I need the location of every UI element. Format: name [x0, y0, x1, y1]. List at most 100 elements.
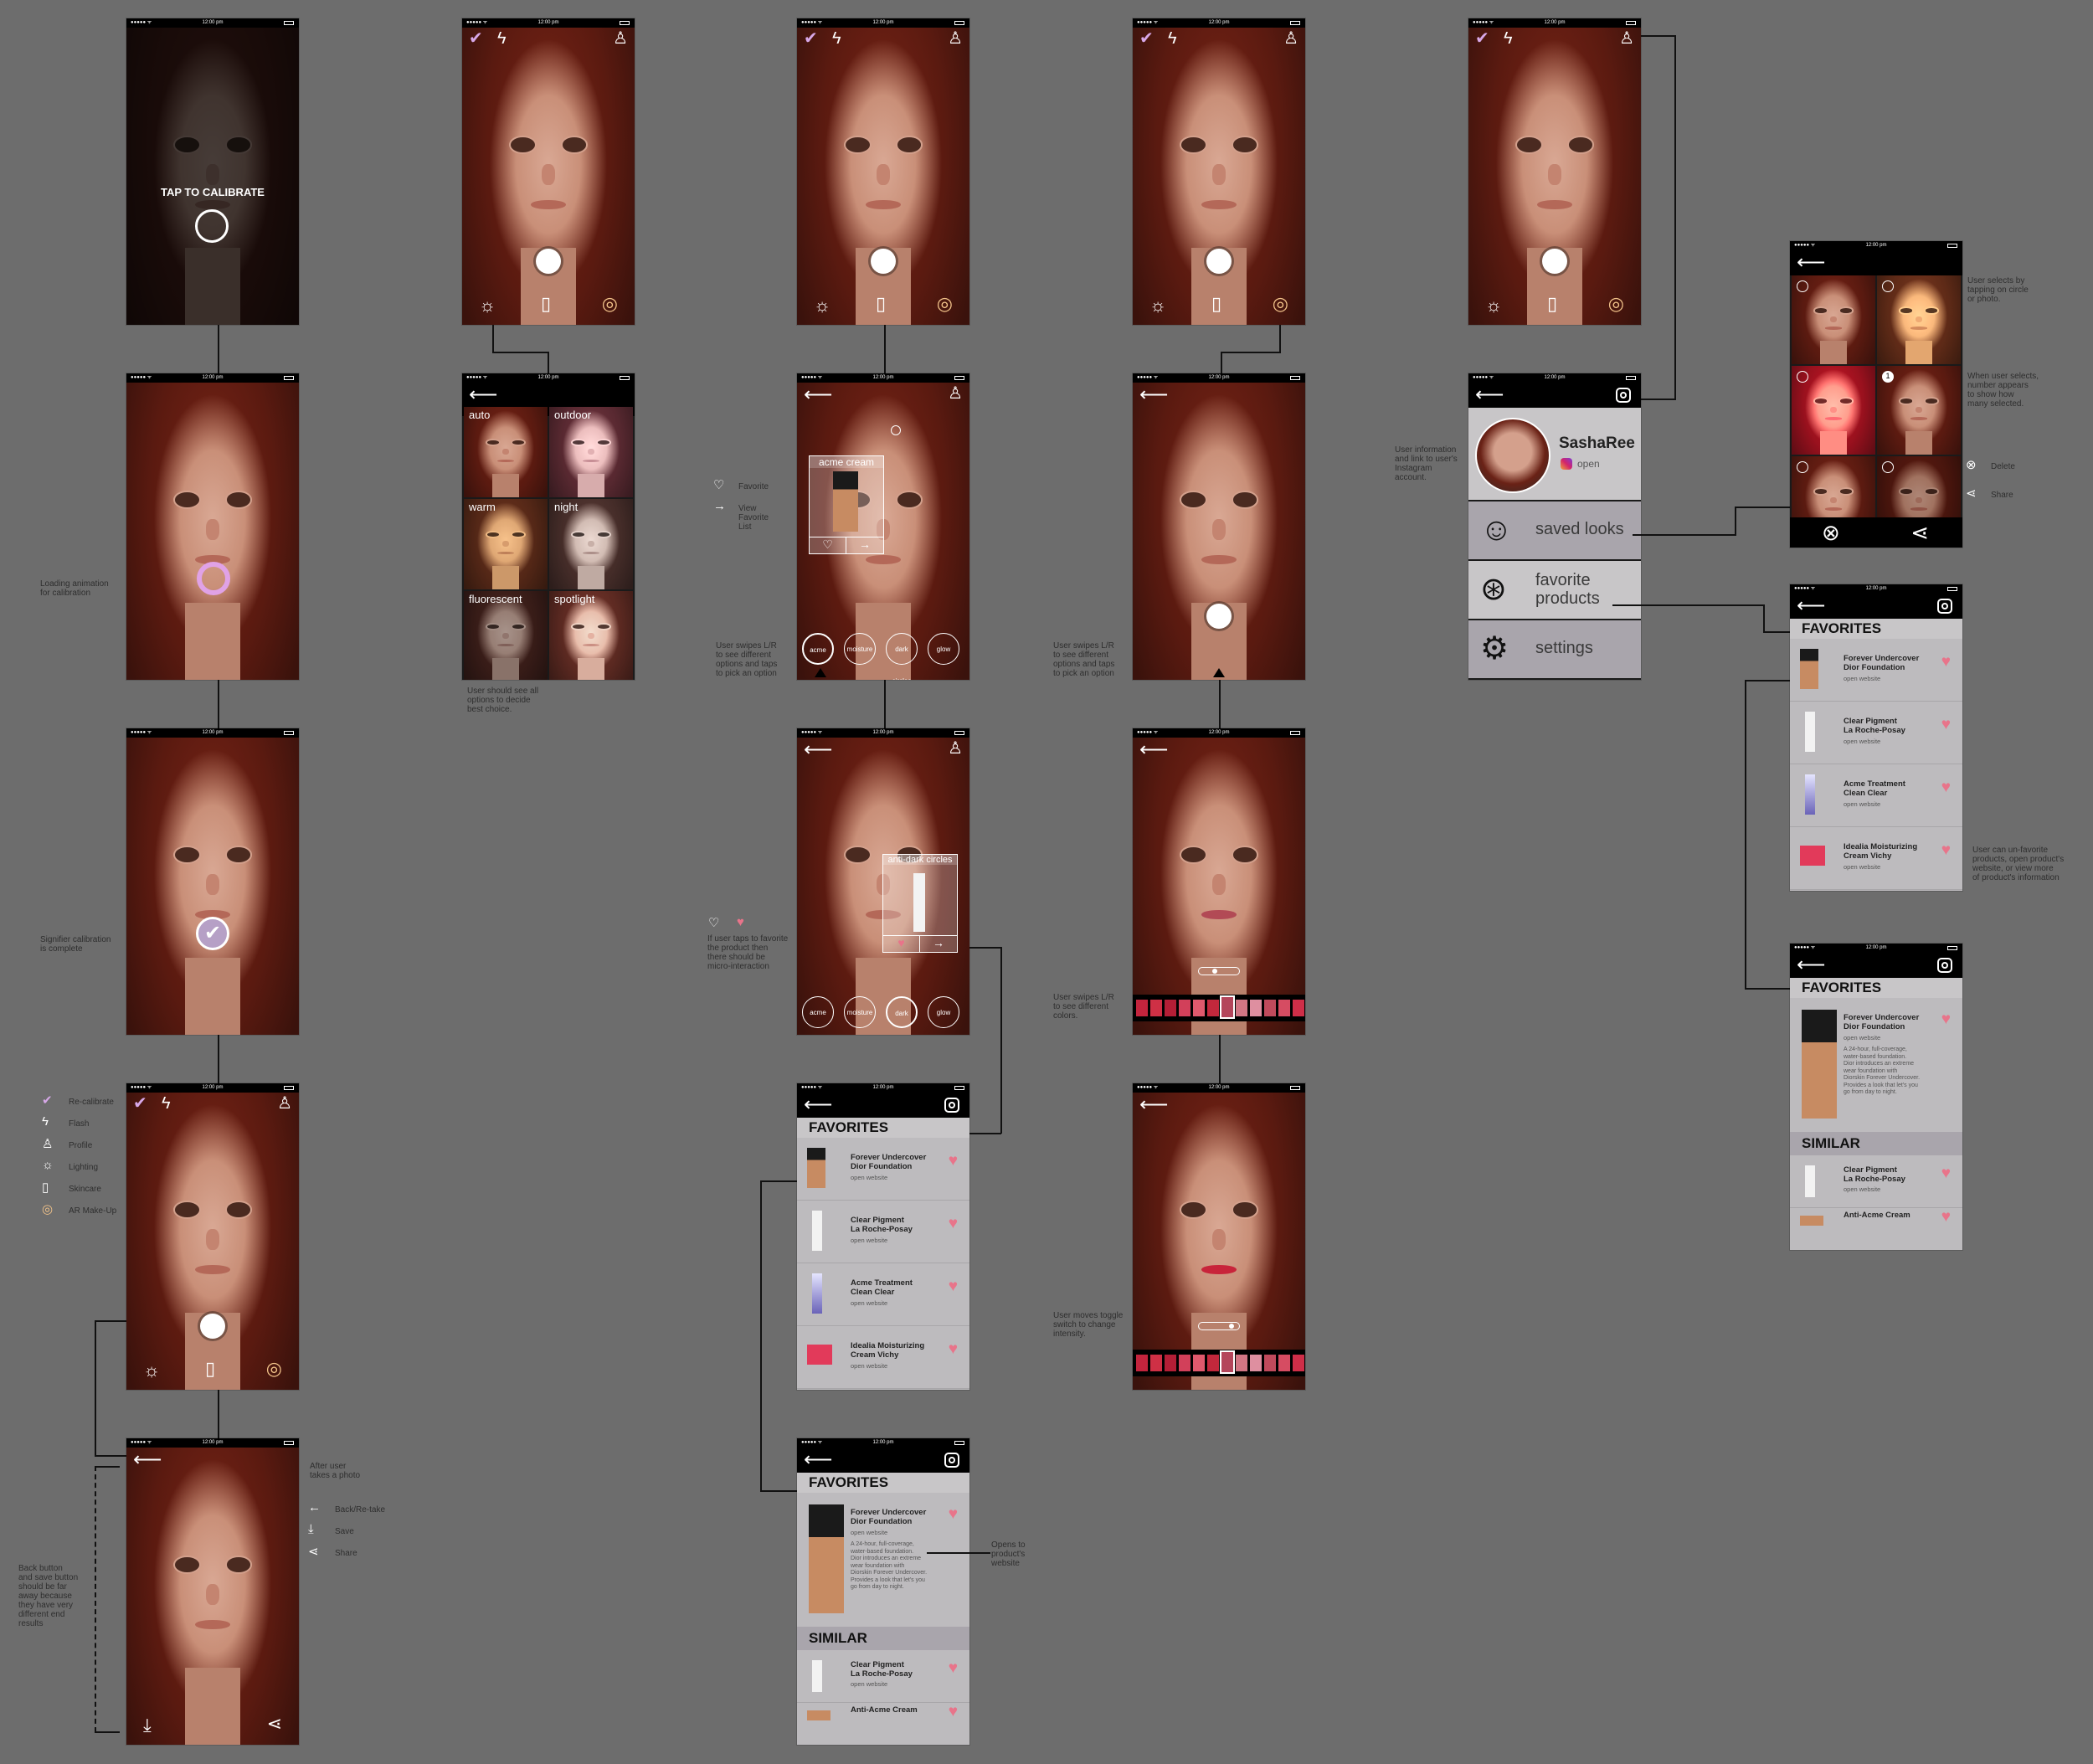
lighting-icon[interactable]: ☼: [1149, 296, 1166, 315]
color-swatch[interactable]: [1150, 1355, 1162, 1371]
open-website-link[interactable]: open website: [1844, 800, 1880, 808]
favorite-heart-icon[interactable]: ♥: [1941, 842, 1951, 858]
color-swatch[interactable]: [1236, 1000, 1247, 1016]
back-arrow-icon[interactable]: ⟵: [1139, 740, 1168, 760]
saved-look-photo[interactable]: [1792, 275, 1875, 364]
back-arrow-icon[interactable]: ⟵: [1797, 252, 1825, 274]
color-swatch[interactable]: [1179, 1355, 1190, 1371]
profile-icon[interactable]: ♙: [948, 30, 963, 47]
color-swatch-strip[interactable]: [1133, 995, 1305, 1021]
color-swatch[interactable]: [1207, 1355, 1219, 1371]
profile-menu-item[interactable]: ☺ saved looks: [1468, 501, 1641, 559]
favorite-heart-icon[interactable]: ♥: [1941, 654, 1951, 670]
saved-look-photo[interactable]: 1: [1877, 366, 1961, 455]
open-website-link[interactable]: open website: [851, 1680, 887, 1688]
profile-icon[interactable]: ♙: [1283, 30, 1298, 47]
ar-makeup-icon[interactable]: ◎: [602, 295, 618, 313]
select-circle-icon[interactable]: [1882, 280, 1894, 292]
favorite-heart-icon[interactable]: ♥: [1941, 779, 1951, 795]
color-swatch[interactable]: [1236, 1355, 1247, 1371]
skincare-option[interactable]: glow: [928, 633, 959, 665]
favorite-heart-icon[interactable]: ♥: [883, 935, 920, 952]
skincare-option[interactable]: acme: [802, 996, 834, 1028]
saved-look-photo[interactable]: [1792, 366, 1875, 455]
open-website-link[interactable]: open website: [1844, 863, 1880, 871]
color-swatch[interactable]: [1179, 1000, 1190, 1016]
instagram-icon[interactable]: [1561, 458, 1572, 470]
flash-icon[interactable]: ϟ: [162, 1095, 171, 1112]
color-swatch[interactable]: [1250, 1355, 1262, 1371]
shutter-button[interactable]: [1206, 249, 1232, 274]
favorite-item[interactable]: Idealia Moisturizing Cream Vichy open web…: [797, 1326, 969, 1389]
ar-makeup-icon[interactable]: ◎: [1273, 295, 1288, 313]
skincare-icon[interactable]: ▯: [1547, 295, 1557, 313]
profile-menu-item[interactable]: ⚙ settings: [1468, 620, 1641, 678]
back-arrow-icon[interactable]: ⟵: [804, 740, 832, 760]
select-circle-icon[interactable]: [1797, 371, 1808, 383]
profile-icon[interactable]: ♙: [277, 1095, 292, 1112]
color-swatch[interactable]: [1250, 1000, 1262, 1016]
save-icon[interactable]: ⤓: [143, 1716, 152, 1735]
color-swatch[interactable]: [1278, 1355, 1290, 1371]
skincare-option[interactable]: dark circles: [886, 996, 918, 1028]
skincare-option[interactable]: moisture: [844, 996, 876, 1028]
favorite-heart-icon[interactable]: ♥: [949, 1660, 958, 1676]
ar-makeup-icon[interactable]: ◎: [266, 1360, 282, 1378]
delete-icon[interactable]: ⊗: [1822, 520, 1840, 545]
open-website-link[interactable]: open website: [851, 1529, 887, 1536]
ar-makeup-icon[interactable]: ◎: [1608, 295, 1624, 313]
favorite-heart-icon[interactable]: ♥: [949, 1704, 958, 1720]
color-swatch[interactable]: [1278, 1000, 1290, 1016]
profile-icon[interactable]: ♙: [948, 740, 963, 757]
toggle-knob-icon[interactable]: [1229, 1324, 1234, 1329]
color-swatch[interactable]: [1220, 995, 1235, 1019]
lighting-option[interactable]: warm: [464, 499, 548, 589]
instagram-icon[interactable]: [1937, 958, 1952, 973]
lighting-option[interactable]: night: [549, 499, 633, 589]
favorite-heart-icon[interactable]: ♥: [949, 1278, 958, 1294]
select-circle-icon[interactable]: 1: [1882, 371, 1894, 383]
favorite-item[interactable]: Acme Treatment Clean Clear open website ♥: [1790, 764, 1962, 827]
favorite-item[interactable]: Acme Treatment Clean Clear open website ♥: [797, 1263, 969, 1326]
flash-icon[interactable]: ϟ: [497, 30, 507, 47]
open-website-link[interactable]: open website: [1844, 738, 1880, 745]
favorite-heart-icon[interactable]: ♥: [1941, 1209, 1951, 1225]
color-swatch[interactable]: [1220, 1350, 1235, 1374]
back-arrow-icon[interactable]: ⟵: [1797, 595, 1825, 617]
shutter-button[interactable]: [871, 249, 896, 274]
back-arrow-icon[interactable]: ⟵: [1139, 385, 1168, 405]
color-swatch[interactable]: [1150, 1000, 1162, 1016]
shutter-button[interactable]: [1542, 249, 1567, 274]
ar-makeup-icon[interactable]: ◎: [937, 295, 953, 313]
recalibrate-check-icon[interactable]: ✔: [1139, 30, 1154, 47]
similar-item[interactable]: Anti-Acme Cream ♥: [1790, 1207, 1962, 1241]
share-icon[interactable]: ⋖: [1910, 520, 1929, 545]
calibrate-ring-icon[interactable]: [195, 209, 229, 243]
color-swatch[interactable]: [1136, 1355, 1148, 1371]
open-website-link[interactable]: open website: [851, 1299, 887, 1307]
view-favorites-arrow-icon[interactable]: →: [920, 935, 957, 952]
instagram-icon[interactable]: [1616, 388, 1631, 403]
profile-icon[interactable]: ♙: [613, 30, 628, 47]
flash-icon[interactable]: ϟ: [1168, 30, 1177, 47]
similar-item[interactable]: Anti-Acme Cream ♥: [797, 1702, 969, 1736]
skincare-option[interactable]: acme: [802, 633, 834, 665]
back-arrow-icon[interactable]: ⟵: [1797, 954, 1825, 976]
flash-icon[interactable]: ϟ: [1504, 30, 1513, 47]
share-icon[interactable]: ⋖: [267, 1715, 282, 1733]
recalibrate-check-icon[interactable]: ✔: [1475, 30, 1489, 47]
select-circle-icon[interactable]: [1882, 461, 1894, 473]
open-website-link[interactable]: open website: [1844, 1034, 1880, 1041]
color-swatch[interactable]: [1293, 1000, 1304, 1016]
lighting-option[interactable]: spotlight: [549, 591, 633, 680]
color-swatch[interactable]: [1165, 1355, 1176, 1371]
color-swatch[interactable]: [1264, 1355, 1276, 1371]
color-swatch[interactable]: [1293, 1355, 1304, 1371]
back-arrow-icon[interactable]: ⟵: [469, 384, 497, 406]
recalibrate-check-icon[interactable]: ✔: [469, 30, 483, 47]
instagram-icon[interactable]: [1937, 599, 1952, 614]
shutter-button[interactable]: [1206, 604, 1232, 629]
select-circle-icon[interactable]: [1797, 461, 1808, 473]
color-swatch-strip[interactable]: [1133, 1350, 1305, 1376]
lighting-option[interactable]: outdoor: [549, 407, 633, 497]
